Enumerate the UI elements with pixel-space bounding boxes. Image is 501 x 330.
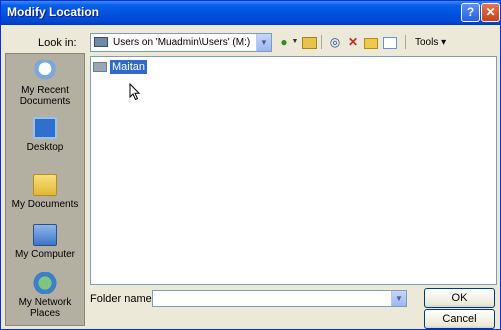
place-my-network-places[interactable]: My Network Places bbox=[6, 272, 84, 319]
ok-button[interactable]: OK bbox=[424, 288, 495, 308]
place-label: My Documents bbox=[11, 199, 79, 210]
mouse-pointer-icon bbox=[129, 83, 141, 101]
network-places-icon bbox=[33, 272, 57, 294]
place-label: Desktop bbox=[26, 142, 64, 153]
places-bar: My Recent Documents Desktop My Documents… bbox=[5, 53, 85, 326]
folder-name-field[interactable] bbox=[153, 291, 392, 305]
new-folder-icon[interactable] bbox=[364, 34, 378, 50]
back-icon[interactable]: ● bbox=[277, 34, 291, 50]
chevron-down-icon[interactable]: ▼ bbox=[391, 291, 406, 306]
back-history-chevron-icon[interactable]: ▼ bbox=[291, 34, 299, 50]
recent-documents-icon bbox=[33, 60, 57, 82]
place-my-documents[interactable]: My Documents bbox=[6, 174, 84, 210]
chevron-down-icon[interactable]: ▼ bbox=[256, 34, 271, 51]
modify-location-dialog: Modify Location ? ✕ Look in: Users on 'M… bbox=[0, 0, 501, 330]
close-button[interactable]: ✕ bbox=[481, 3, 500, 22]
delete-icon[interactable]: ✕ bbox=[346, 34, 360, 50]
toolbar-separator bbox=[321, 35, 322, 49]
toolbar-separator bbox=[405, 35, 406, 49]
folder-name-label: Folder name: bbox=[90, 293, 155, 305]
place-my-computer[interactable]: My Computer bbox=[6, 224, 84, 260]
views-icon[interactable] bbox=[383, 34, 397, 50]
help-button[interactable]: ? bbox=[461, 3, 480, 22]
cancel-button[interactable]: Cancel bbox=[424, 309, 495, 329]
dialog-title: Modify Location bbox=[7, 5, 99, 19]
place-label: My Network Places bbox=[18, 297, 72, 319]
look-in-dropdown[interactable]: Users on 'Muadmin\Users' (M:) ▼ bbox=[90, 33, 272, 52]
place-label: My Recent Documents bbox=[19, 85, 71, 107]
up-one-level-icon[interactable] bbox=[302, 34, 317, 50]
network-drive-icon bbox=[94, 37, 108, 47]
search-web-icon[interactable]: ◎ bbox=[328, 34, 342, 50]
help-icon: ? bbox=[466, 5, 475, 19]
folder-icon bbox=[93, 62, 107, 72]
my-documents-icon bbox=[33, 174, 57, 196]
title-bar[interactable]: Modify Location ? ✕ bbox=[1, 1, 500, 25]
folder-name-combobox[interactable]: ▼ bbox=[152, 290, 407, 307]
look-in-label: Look in: bbox=[38, 37, 77, 49]
desktop-icon bbox=[33, 117, 57, 139]
place-label: My Computer bbox=[14, 249, 75, 260]
place-my-recent-documents[interactable]: My Recent Documents bbox=[6, 60, 84, 107]
folder-name: Maitan bbox=[110, 60, 148, 74]
place-desktop[interactable]: Desktop bbox=[6, 117, 84, 153]
file-list[interactable]: Maitan bbox=[90, 56, 497, 285]
close-icon: ✕ bbox=[485, 5, 496, 19]
look-in-value: Users on 'Muadmin\Users' (M:) bbox=[113, 37, 251, 48]
tools-menu[interactable]: Tools ▾ bbox=[415, 37, 446, 48]
my-computer-icon bbox=[33, 224, 57, 246]
